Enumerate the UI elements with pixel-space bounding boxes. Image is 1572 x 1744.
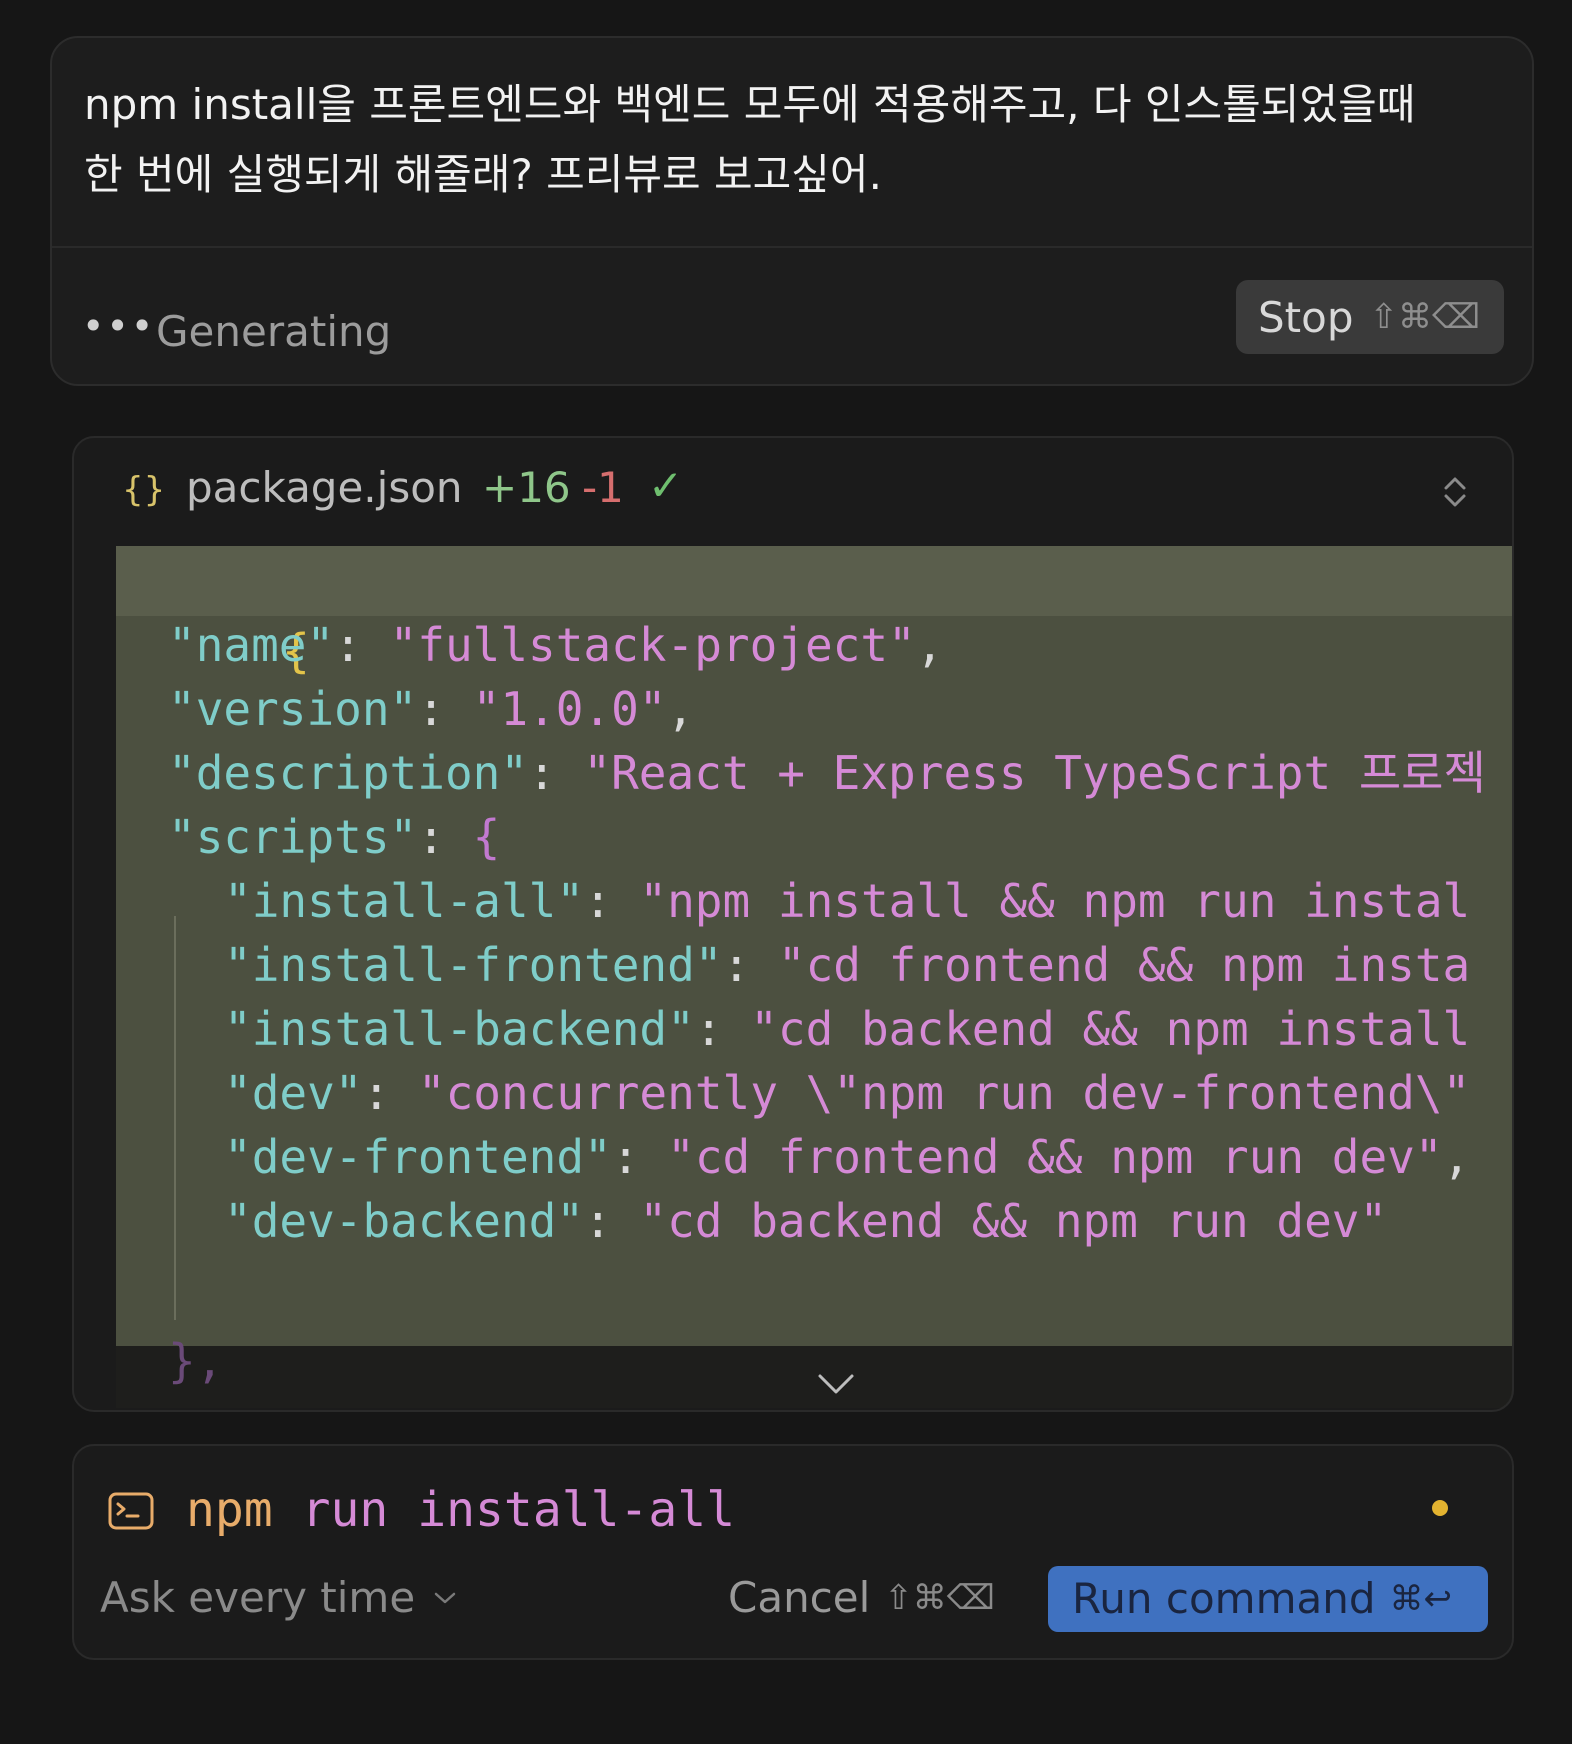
colon-token: : xyxy=(584,874,640,928)
colon-token: : xyxy=(611,1130,668,1184)
run-command-button[interactable]: Run command ⌘↩ xyxy=(1048,1566,1488,1632)
colon-token: : xyxy=(584,1194,640,1248)
code-line: "description": "React + Express TypeScri… xyxy=(168,738,1486,808)
code-line: "install-frontend": "cd frontend && npm … xyxy=(224,930,1470,1000)
check-icon: ✓ xyxy=(648,461,684,510)
cancel-shortcut: ⇧⌘⌫ xyxy=(884,1578,995,1618)
json-value: "cd backend && npm install xyxy=(750,1002,1471,1056)
chevron-down-icon xyxy=(434,1592,456,1604)
colon-token: : xyxy=(362,1066,418,1120)
expand-collapse-icon[interactable] xyxy=(1440,472,1470,512)
json-value: "1.0.0" xyxy=(472,682,667,736)
prompt-message: npm install을 프론트엔드와 백엔드 모두에 적용해주고, 다 인스톨… xyxy=(84,80,1416,199)
colon-token: : xyxy=(417,810,473,864)
colon-token: : xyxy=(694,1002,751,1056)
braces-icon: {} xyxy=(122,470,166,510)
ask-label: Ask every time xyxy=(100,1573,416,1622)
file-diff-card: {} package.json +16 -1 ✓ { "name": "full… xyxy=(72,436,1514,1412)
divider xyxy=(52,246,1532,248)
added-count: +16 xyxy=(482,463,571,512)
run-shortcut: ⌘↩ xyxy=(1389,1579,1453,1619)
colon-token: : xyxy=(722,938,778,992)
line-highlight xyxy=(116,546,1512,616)
code-line: "dev-frontend": "cd frontend && npm run … xyxy=(224,1122,1470,1192)
colon-token: : xyxy=(417,682,473,736)
json-value: "React + Express TypeScript 프로젝 xyxy=(583,746,1486,800)
json-value: "npm install && npm run instal xyxy=(639,874,1471,928)
json-key: "install-frontend" xyxy=(224,938,723,992)
json-key: "description" xyxy=(168,746,529,800)
comma-token: , xyxy=(1442,1130,1471,1184)
generating-status: Generating xyxy=(156,307,392,356)
cmd-npm: npm xyxy=(186,1482,273,1538)
json-key: "install-backend" xyxy=(224,1002,695,1056)
json-key: "name" xyxy=(168,618,335,672)
code-line: "install-all": "npm install && npm run i… xyxy=(224,866,1470,936)
ellipsis-icon: ••• xyxy=(82,304,156,348)
run-label: Run command xyxy=(1072,1574,1376,1623)
json-key: "dev-frontend" xyxy=(224,1130,612,1184)
cancel-label: Cancel xyxy=(728,1573,871,1622)
json-key: "install-all" xyxy=(224,874,585,928)
file-header[interactable]: {} package.json +16 -1 ✓ xyxy=(74,438,1512,546)
prompt-card: npm install을 프론트엔드와 백엔드 모두에 적용해주고, 다 인스톨… xyxy=(50,36,1534,386)
chevron-down-icon[interactable] xyxy=(816,1372,856,1396)
code-line: "scripts": { xyxy=(168,802,500,872)
comma-token: , xyxy=(915,618,944,672)
cmd-arg: install-all xyxy=(417,1482,736,1538)
terminal-command-card: npm run install-all Ask every time Cance… xyxy=(72,1444,1514,1660)
file-name[interactable]: package.json xyxy=(186,464,463,512)
json-key: "version" xyxy=(168,682,418,736)
removed-count: -1 xyxy=(582,463,624,512)
json-value: "cd frontend && npm run dev" xyxy=(667,1130,1443,1184)
code-line-faded: }, xyxy=(168,1334,224,1388)
code-line: "install-backend": "cd backend && npm in… xyxy=(224,994,1470,1064)
terminal-icon xyxy=(108,1492,154,1530)
stop-shortcut: ⇧⌘⌫ xyxy=(1369,297,1481,337)
command-text: npm run install-all xyxy=(186,1480,735,1540)
ask-every-time-dropdown[interactable]: Ask every time xyxy=(100,1574,457,1622)
json-value: "cd frontend && npm insta xyxy=(777,938,1471,992)
code-line: "dev": "concurrently \"npm run dev-front… xyxy=(224,1058,1470,1128)
colon-token: : xyxy=(528,746,584,800)
indent-guide xyxy=(174,916,176,1320)
colon-token: : xyxy=(334,618,390,672)
code-line: "name": "fullstack-project", xyxy=(168,610,943,680)
json-key: "scripts" xyxy=(168,810,418,864)
json-value: "cd backend && npm run dev" xyxy=(639,1194,1388,1248)
code-fade-overlay xyxy=(116,1346,1512,1408)
status-dot xyxy=(1432,1500,1448,1516)
stop-button[interactable]: Stop ⇧⌘⌫ xyxy=(1236,280,1504,354)
cancel-button[interactable]: Cancel ⇧⌘⌫ xyxy=(728,1574,995,1622)
cmd-run: run xyxy=(301,1482,389,1538)
comma-token: , xyxy=(666,682,695,736)
code-line: "dev-backend": "cd backend && npm run de… xyxy=(224,1186,1387,1256)
code-line: "version": "1.0.0", xyxy=(168,674,694,744)
brace-token: { xyxy=(472,810,501,864)
code-line: { xyxy=(116,546,310,678)
stop-label: Stop xyxy=(1258,292,1354,342)
json-value: "fullstack-project" xyxy=(389,618,916,672)
json-key: "dev-backend" xyxy=(224,1194,585,1248)
json-value: "concurrently \"npm run dev-frontend\" xyxy=(417,1066,1471,1120)
json-key: "dev" xyxy=(224,1066,363,1120)
code-editor[interactable]: { "name": "fullstack-project", "version"… xyxy=(116,546,1512,1408)
